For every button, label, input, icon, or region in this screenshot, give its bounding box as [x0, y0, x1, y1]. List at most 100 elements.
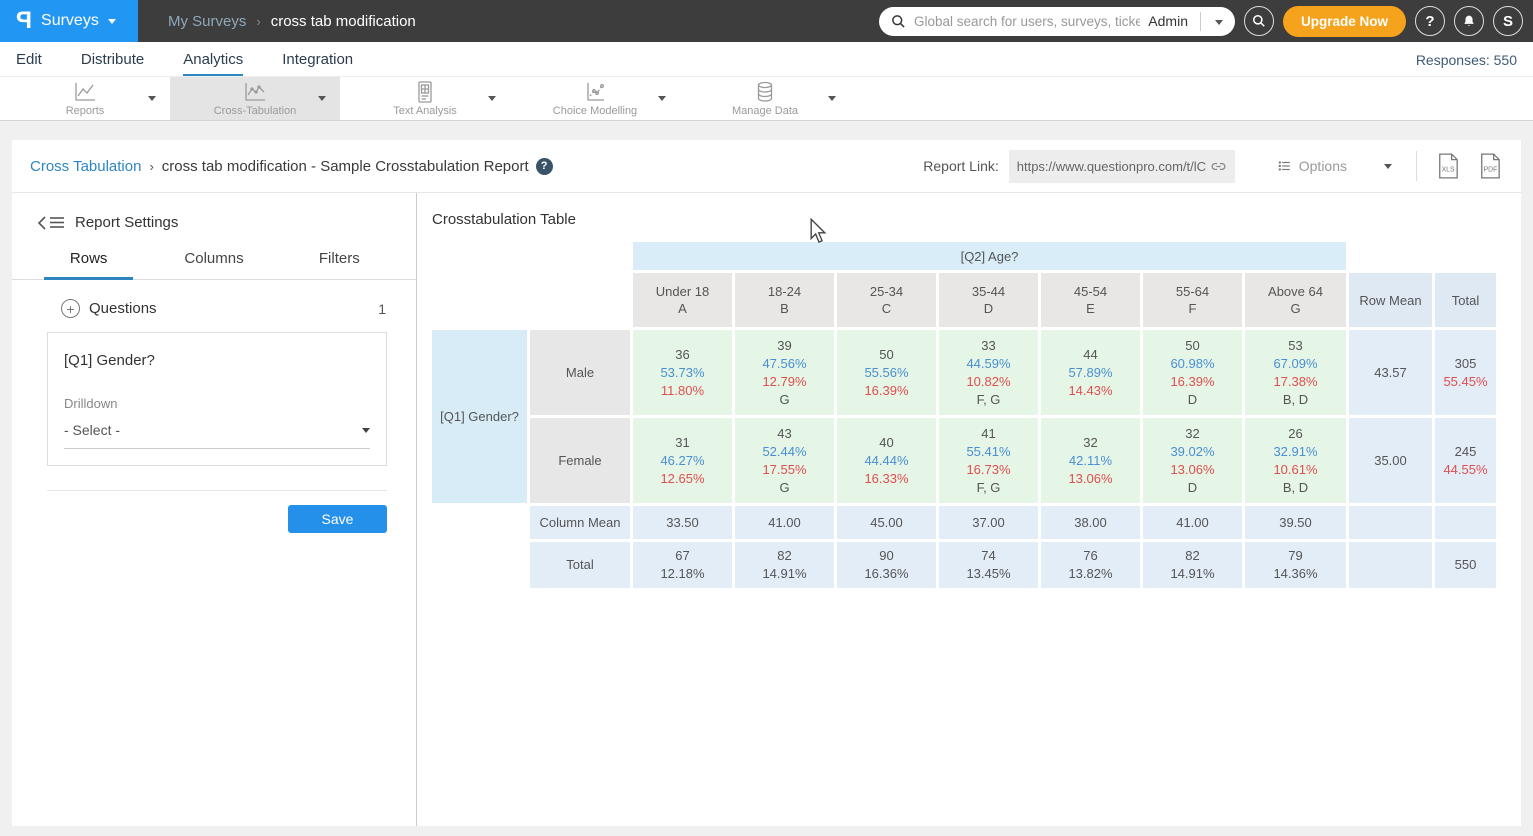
chevron-down-icon	[362, 428, 370, 433]
crosstab-cell: 3146.27%12.65%	[633, 418, 732, 503]
total-cell: 8214.91%	[735, 542, 834, 588]
help-button[interactable]: ?	[1415, 6, 1445, 36]
nav-integration[interactable]: Integration	[282, 51, 353, 76]
survey-nav: Edit Distribute Analytics Integration Re…	[0, 42, 1533, 77]
grand-total-cell: 550	[1435, 542, 1496, 588]
crosstab-cell: 4155.41%16.73%F, G	[939, 418, 1038, 503]
crosstab-cell: 5055.56%16.39%	[837, 330, 936, 415]
search-scope-dropdown[interactable]	[1213, 12, 1229, 30]
text-analysis-icon	[414, 81, 436, 103]
crosstab-cell: 2632.91%10.61%B, D	[1245, 418, 1346, 503]
search-scope-label: Admin	[1148, 13, 1188, 29]
breadcrumb-my-surveys[interactable]: My Surveys	[168, 13, 246, 30]
help-icon[interactable]: ?	[536, 158, 553, 175]
trend-chart-icon	[242, 81, 268, 103]
tab-reports[interactable]: Reports	[0, 77, 170, 120]
link-icon[interactable]	[1210, 158, 1227, 175]
col-header: 18-24B	[735, 273, 834, 327]
product-name: Surveys	[41, 12, 99, 30]
report-title: cross tab modification - Sample Crosstab…	[162, 158, 529, 175]
column-mean-cell: 38.00	[1041, 506, 1140, 539]
options-dropdown[interactable]: Options	[1277, 158, 1392, 174]
save-button[interactable]: Save	[288, 505, 387, 533]
chevron-down-icon[interactable]	[318, 96, 326, 101]
pdf-file-icon: PDF	[1479, 153, 1501, 179]
col-header: Under 18A	[633, 273, 732, 327]
account-avatar[interactable]: S	[1493, 6, 1523, 36]
tab-rows[interactable]: Rows	[26, 250, 151, 279]
export-pdf-button[interactable]: PDF	[1479, 153, 1501, 179]
crosstab-cell: 3947.56%12.79%G	[735, 330, 834, 415]
database-icon	[754, 81, 776, 103]
row-label-male: Male	[530, 330, 630, 415]
search-button[interactable]	[1244, 6, 1274, 36]
col-header: 35-44D	[939, 273, 1038, 327]
column-mean-empty	[1435, 506, 1496, 539]
row-mean-cell: 35.00	[1349, 418, 1432, 503]
row-mean-header: Row Mean	[1349, 273, 1432, 327]
crosstab-cell: 3653.73%11.80%	[633, 330, 732, 415]
svg-text:XLS: XLS	[1442, 167, 1455, 174]
table-title: Crosstabulation Table	[432, 211, 1521, 228]
questions-row: + Questions 1	[61, 299, 386, 318]
export-xls-button[interactable]: XLS	[1437, 153, 1459, 179]
drilldown-value: - Select -	[64, 422, 120, 438]
tab-filters[interactable]: Filters	[277, 250, 402, 279]
top-bar: P Surveys My Surveys › cross tab modific…	[0, 0, 1533, 42]
age-span-header: [Q2] Age?	[633, 242, 1346, 270]
col-header: Above 64G	[1245, 273, 1346, 327]
chevron-down-icon	[1384, 164, 1392, 169]
tab-columns[interactable]: Columns	[151, 250, 276, 279]
column-mean-cell: 45.00	[837, 506, 936, 539]
upgrade-now-button[interactable]: Upgrade Now	[1283, 6, 1406, 37]
total-cell: 8214.91%	[1143, 542, 1242, 588]
chevron-down-icon[interactable]	[488, 96, 496, 101]
menu-icon	[49, 216, 65, 229]
tab-manage-data[interactable]: Manage Data	[680, 77, 850, 120]
crosstab-cell: 5367.09%17.38%B, D	[1245, 330, 1346, 415]
divider	[47, 490, 387, 491]
report-link-input[interactable]	[1017, 159, 1206, 174]
chevron-down-icon[interactable]	[658, 96, 666, 101]
nav-edit[interactable]: Edit	[16, 51, 42, 76]
row-label-female: Female	[530, 418, 630, 503]
column-mean-cell: 33.50	[633, 506, 732, 539]
total-header: Total	[1435, 273, 1496, 327]
question-title: [Q1] Gender?	[64, 352, 370, 369]
global-search[interactable]: Admin	[879, 7, 1235, 36]
analytics-toolbar: Reports Cross-Tabulation Text Analysis C…	[0, 77, 1533, 121]
chevron-down-icon[interactable]	[148, 96, 156, 101]
tab-cross-tabulation[interactable]: Cross-Tabulation	[170, 77, 340, 120]
settings-tabs: Rows Columns Filters	[12, 250, 416, 280]
crosstab-cell: 3344.59%10.82%F, G	[939, 330, 1038, 415]
row-mean-cell: 43.57	[1349, 330, 1432, 415]
options-label: Options	[1299, 158, 1347, 174]
list-icon	[1277, 159, 1292, 173]
chevron-down-icon[interactable]	[828, 96, 836, 101]
breadcrumb-cross-tabulation-link[interactable]: Cross Tabulation	[30, 158, 141, 175]
tab-text-analysis[interactable]: Text Analysis	[340, 77, 510, 120]
total-cell: 9016.36%	[837, 542, 936, 588]
nav-distribute[interactable]: Distribute	[81, 51, 144, 76]
column-mean-empty	[1349, 506, 1432, 539]
row-question-label: [Q1] Gender?	[432, 330, 527, 503]
report-header: Cross Tabulation › cross tab modificatio…	[12, 140, 1521, 193]
top-breadcrumb: My Surveys › cross tab modification	[168, 13, 416, 30]
report-link-field[interactable]	[1009, 150, 1235, 183]
crosstab-area: Crosstabulation Table [Q2] Age? Under 18…	[417, 193, 1521, 826]
col-header: 25-34C	[837, 273, 936, 327]
divider	[1200, 12, 1201, 31]
divider	[1416, 151, 1417, 181]
global-search-input[interactable]	[914, 14, 1140, 29]
column-mean-cell: 41.00	[1143, 506, 1242, 539]
product-switcher[interactable]: P Surveys	[0, 0, 138, 42]
collapse-panel-button[interactable]	[38, 216, 65, 230]
nav-analytics[interactable]: Analytics	[183, 51, 243, 76]
notifications-button[interactable]	[1454, 6, 1484, 36]
bell-icon	[1462, 14, 1476, 29]
line-chart-icon	[72, 81, 98, 103]
add-question-button[interactable]: +	[61, 299, 80, 318]
drilldown-select[interactable]: - Select -	[64, 422, 370, 449]
questionpro-logo-icon: P	[16, 7, 32, 35]
tab-choice-modelling[interactable]: Choice Modelling	[510, 77, 680, 120]
